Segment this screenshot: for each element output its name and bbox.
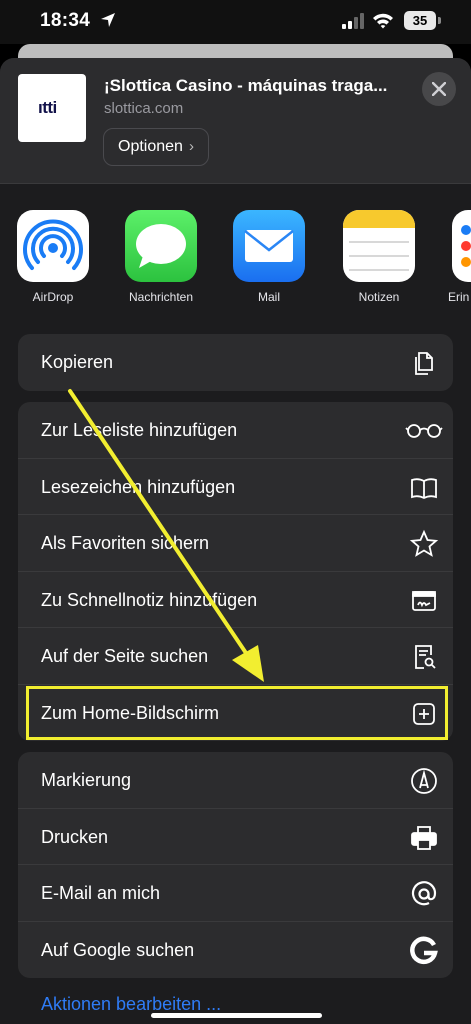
site-logo-text: ıtti <box>38 98 57 117</box>
app-reminders[interactable]: Erin <box>440 210 471 304</box>
messages-icon <box>125 210 197 282</box>
action-label: Zu Schnellnotiz hinzufügen <box>41 589 258 610</box>
share-sheet: ıtti ¡Slottica Casino - máquinas traga..… <box>0 58 471 1024</box>
action-copy[interactable]: Kopieren <box>18 334 453 391</box>
action-find-on-page[interactable]: Auf der Seite suchen <box>18 628 453 685</box>
page-title: ¡Slottica Casino - máquinas traga... <box>104 76 388 95</box>
find-on-page-icon <box>415 645 436 669</box>
action-label: Markierung <box>41 770 132 790</box>
action-favorites[interactable]: Als Favoriten sichern <box>18 515 453 572</box>
action-label: Kopieren <box>41 352 114 372</box>
action-label: Lesezeichen hinzufügen <box>41 476 236 497</box>
status-bar: 18:34 35 <box>0 0 471 44</box>
at-icon <box>411 881 437 906</box>
action-google-search[interactable]: Auf Google suchen <box>18 922 453 979</box>
cellular-signal-icon <box>342 13 364 29</box>
action-group-copy: Kopieren <box>18 334 453 391</box>
share-apps-row: AirDrop Nachrichten Mail Notizen Erin <box>0 210 471 310</box>
action-bookmark[interactable]: Lesezeichen hinzufügen <box>18 459 453 515</box>
battery-tip <box>438 17 441 24</box>
action-print[interactable]: Drucken <box>18 809 453 865</box>
glasses-icon <box>405 424 443 438</box>
printer-icon <box>411 825 437 850</box>
app-messages[interactable]: Nachrichten <box>116 210 206 304</box>
app-label: Notizen <box>358 290 400 304</box>
wifi-icon <box>373 13 393 29</box>
action-label: Zur Leseliste hinzufügen <box>41 420 238 440</box>
app-mail[interactable]: Mail <box>224 210 314 304</box>
home-indicator <box>151 1013 322 1018</box>
edit-actions-link[interactable]: Aktionen bearbeiten ... <box>41 994 221 1015</box>
star-icon <box>409 529 439 557</box>
mail-icon <box>233 210 305 282</box>
action-email-me[interactable]: E-Mail an mich <box>18 865 453 922</box>
book-icon <box>411 477 437 499</box>
action-quick-note[interactable]: Zu Schnellnotiz hinzufügen <box>18 572 453 628</box>
action-markup[interactable]: Markierung <box>18 752 453 809</box>
google-icon <box>410 936 438 964</box>
action-label: E-Mail an mich <box>41 883 161 903</box>
app-airdrop[interactable]: AirDrop <box>8 210 98 304</box>
action-label: Auf der Seite suchen <box>41 646 209 666</box>
close-button[interactable] <box>422 72 456 106</box>
notes-icon <box>343 210 415 282</box>
status-time: 18:34 <box>40 10 91 31</box>
site-thumbnail: ıtti <box>18 74 86 142</box>
action-label: Auf Google suchen <box>41 939 195 960</box>
action-label: Als Favoriten sichern <box>41 533 210 553</box>
airdrop-icon <box>17 210 89 282</box>
options-button[interactable]: Optionen › <box>103 128 209 166</box>
options-label: Optionen <box>118 138 183 155</box>
app-label: Erin <box>448 290 470 304</box>
action-label: Drucken <box>41 826 109 847</box>
app-label: AirDrop <box>32 290 74 304</box>
page-url: slottica.com <box>104 100 184 117</box>
app-notes[interactable]: Notizen <box>334 210 424 304</box>
markup-icon <box>411 768 437 794</box>
chevron-right-icon: › <box>188 138 194 155</box>
share-header: ıtti ¡Slottica Casino - máquinas traga..… <box>0 58 471 184</box>
reminders-icon <box>452 210 471 282</box>
app-label: Nachrichten <box>128 290 194 304</box>
battery-indicator: 35 <box>404 11 436 30</box>
action-group-other: Markierung Drucken E-Mail an mich Auf Go… <box>18 752 453 978</box>
action-reading-list[interactable]: Zur Leseliste hinzufügen <box>18 402 453 459</box>
highlight-box <box>26 686 448 740</box>
copy-icon <box>415 352 433 375</box>
app-label: Mail <box>257 290 280 304</box>
quick-note-icon <box>412 590 436 611</box>
close-icon <box>432 82 446 96</box>
location-arrow-icon <box>101 13 115 27</box>
